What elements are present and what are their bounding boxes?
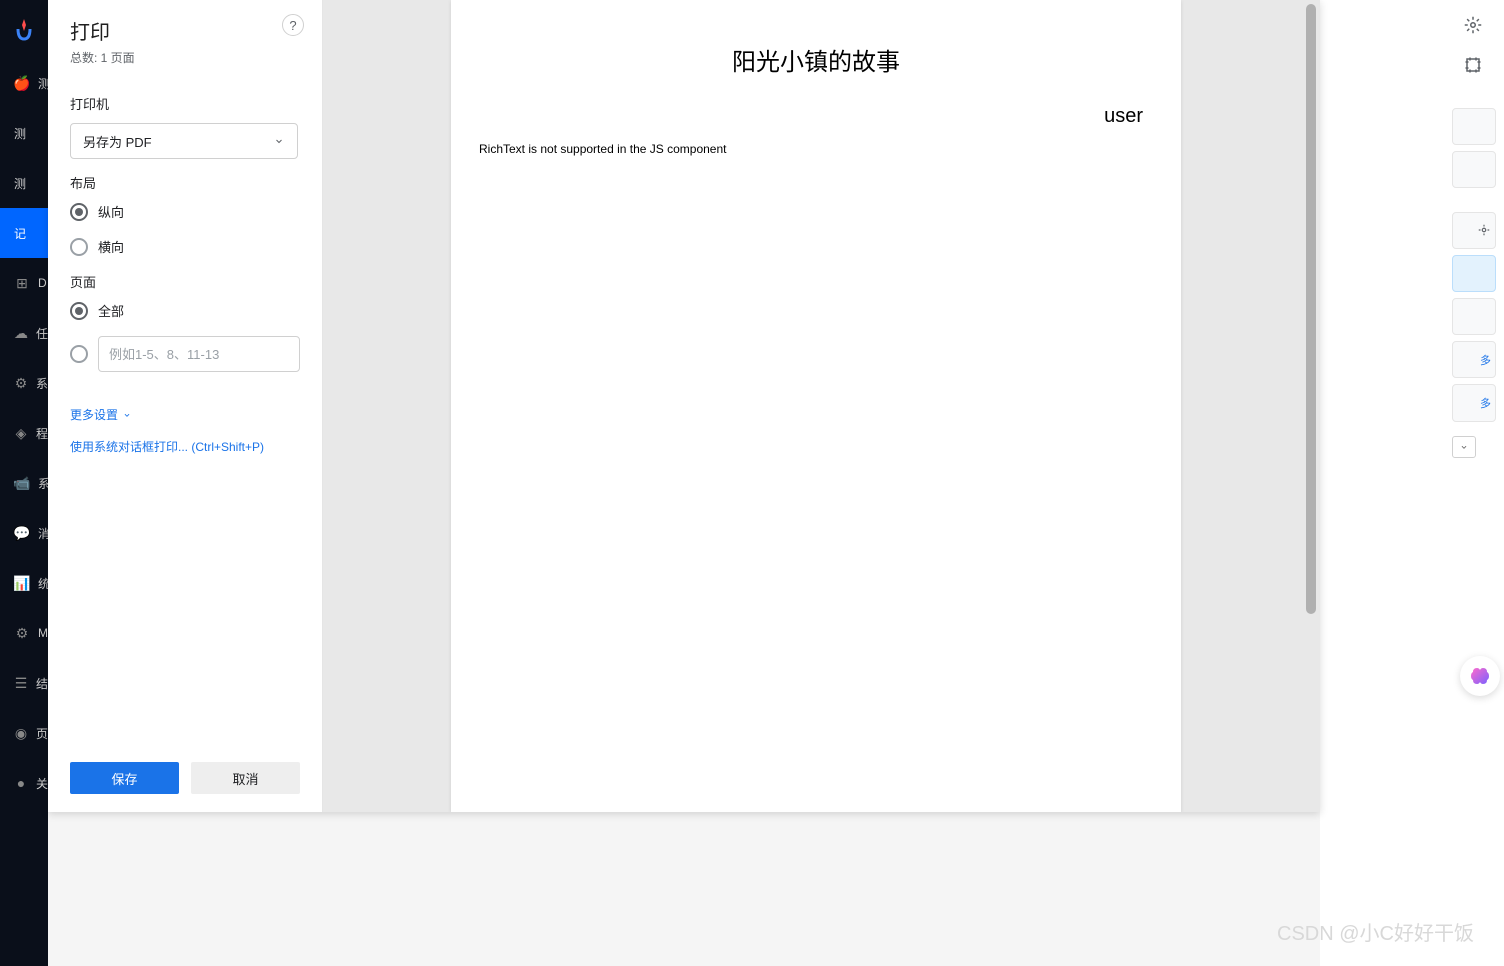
sidebar-item-7[interactable]: ◈程 [0,408,48,458]
gear-icon [1464,16,1482,34]
gear-icon: ⚙ [14,375,28,391]
printer-select[interactable]: 另存为 PDF [70,123,298,159]
layout-landscape-radio[interactable]: 横向 [70,237,300,256]
panel-row-5[interactable] [1452,298,1496,335]
document-author: user [451,105,1143,128]
chat-icon: 💬 [14,525,30,541]
more-settings-link[interactable]: 更多设置 [70,406,132,423]
print-title: 打印 [70,16,300,45]
page-icon: ◉ [14,725,28,741]
sidebar-item-12[interactable]: ☰结 [0,658,48,708]
radio-checked-icon [70,203,88,221]
sidebar-item-8[interactable]: 📹系 [0,458,48,508]
pages-range-input[interactable] [98,336,300,372]
sidebar-item-14[interactable]: ●关 [0,758,48,808]
document-title: 阳光小镇的故事 [451,42,1181,77]
pages-section: 页面 全部 [70,272,300,372]
radio-unchecked-icon [70,345,88,363]
layout-label: 布局 [70,173,300,192]
panel-row-6[interactable]: 多 [1452,341,1496,378]
chart-icon: 📊 [14,575,30,591]
ai-assistant-button[interactable] [1460,656,1500,696]
print-preview-area: 阳光小镇的故事 user RichText is not supported i… [323,0,1320,812]
pages-range-radio[interactable] [70,336,300,372]
layout-portrait-radio[interactable]: 纵向 [70,202,300,221]
panel-row-2[interactable] [1452,151,1496,188]
sidebar-item-13[interactable]: ◉页 [0,708,48,758]
panel-row-7[interactable]: 多 [1452,384,1496,421]
printer-section: 打印机 另存为 PDF [70,94,300,159]
preview-page: 阳光小镇的故事 user RichText is not supported i… [451,0,1181,812]
print-dialog: 打印 总数: 1 页面 ? 打印机 另存为 PDF 布局 纵向 [48,0,1320,812]
system-dialog-link[interactable]: 使用系统对话框打印... (Ctrl+Shift+P) [70,438,300,455]
logo-icon [12,17,36,41]
sidebar-item-4[interactable]: ⊞D [0,258,48,308]
sidebar-item-10[interactable]: 📊统 [0,558,48,608]
app-sidebar: 🍎测 测 测 记 ⊞D ☁任 ⚙系 ◈程 📹系 💬消 📊统 ⚙M ☰结 ◉页 ●… [0,0,48,966]
printer-label: 打印机 [70,94,300,113]
layout-section: 布局 纵向 横向 [70,173,300,256]
pages-all-label: 全部 [98,301,124,320]
layers-icon: ☰ [14,675,28,691]
print-header: 打印 总数: 1 页面 ? [48,0,322,78]
right-panel: 多 多 [1452,108,1496,458]
panel-collapse-button[interactable] [1452,436,1476,458]
preview-scrollbar[interactable] [1306,4,1316,614]
sidebar-item-9[interactable]: 💬消 [0,508,48,558]
document-body: RichText is not supported in the JS comp… [479,142,1181,156]
chevron-down-icon [122,410,132,420]
grid-icon: ⊞ [14,275,30,291]
save-button[interactable]: 保存 [70,762,179,794]
frame-tool-button[interactable] [1456,48,1490,82]
sidebar-item-11[interactable]: ⚙M [0,608,48,658]
app-logo [0,0,48,58]
pages-label: 页面 [70,272,300,291]
radio-unchecked-icon [70,238,88,256]
frame-icon [1464,56,1482,74]
sidebar-item-6[interactable]: ⚙系 [0,358,48,408]
print-body: 打印机 另存为 PDF 布局 纵向 横向 页面 [48,78,322,748]
sidebar-item-3-active[interactable]: 记 [0,208,48,258]
layout-landscape-label: 横向 [98,237,124,256]
panel-row-4-active[interactable] [1452,255,1496,292]
sidebar-item-0[interactable]: 🍎测 [0,58,48,108]
help-button[interactable]: ? [282,14,304,36]
cloud-icon: ☁ [14,325,28,341]
sidebar-item-2[interactable]: 测 [0,158,48,208]
chevron-down-icon [1459,442,1469,452]
panel-row-1[interactable] [1452,108,1496,145]
right-toolbar [1456,8,1490,88]
apple-icon: 🍎 [14,75,30,91]
brain-icon [1468,664,1492,688]
cancel-button[interactable]: 取消 [191,762,300,794]
printer-selected-value: 另存为 PDF [83,132,152,151]
print-footer: 保存 取消 [48,748,322,812]
gear2-icon: ⚙ [14,625,30,641]
gear-icon [1477,223,1491,237]
sidebar-item-1[interactable]: 测 [0,108,48,158]
pages-all-radio[interactable]: 全部 [70,301,300,320]
panel-row-3[interactable] [1452,212,1496,249]
print-settings-panel: 打印 总数: 1 页面 ? 打印机 另存为 PDF 布局 纵向 [48,0,323,812]
settings-tool-button[interactable] [1456,8,1490,42]
diamond-icon: ◈ [14,425,28,441]
video-icon: 📹 [14,475,30,491]
chevron-down-icon [273,135,285,147]
print-page-count: 总数: 1 页面 [70,49,300,66]
sidebar-item-5[interactable]: ☁任 [0,308,48,358]
layout-portrait-label: 纵向 [98,202,124,221]
radio-checked-icon [70,302,88,320]
dot-icon: ● [14,775,28,791]
